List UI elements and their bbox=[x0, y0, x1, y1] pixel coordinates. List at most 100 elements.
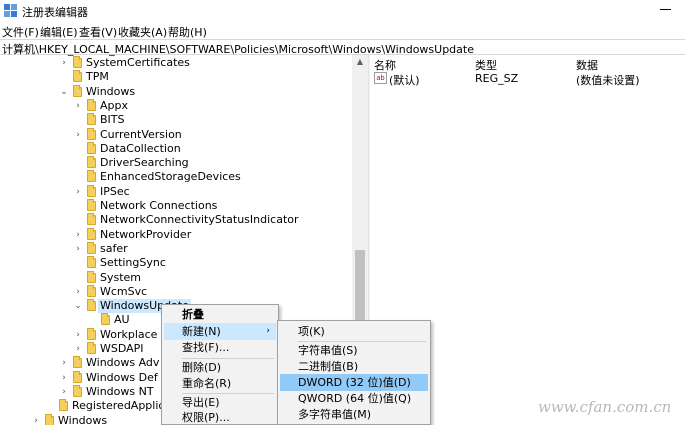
folder-icon bbox=[87, 141, 96, 154]
tree-node-label: Network Connections bbox=[100, 199, 218, 212]
collapsed-chevron-icon bbox=[73, 157, 83, 169]
collapsed-chevron-icon[interactable]: › bbox=[73, 286, 83, 298]
menu-bar: 文件(F) 编辑(E) 查看(V) 收藏夹(A) 帮助(H) bbox=[0, 22, 685, 39]
tree-node-label: RegisteredApplicat bbox=[72, 399, 176, 413]
regedit-icon bbox=[4, 4, 17, 17]
collapsed-chevron-icon[interactable]: › bbox=[73, 329, 83, 341]
watermark: www.cfan.com.cn bbox=[538, 398, 672, 416]
column-header-data[interactable]: 数据 bbox=[576, 57, 598, 73]
folder-icon bbox=[87, 227, 96, 240]
folder-icon bbox=[87, 241, 96, 254]
folder-icon bbox=[101, 313, 110, 326]
collapsed-chevron-icon[interactable]: › bbox=[73, 343, 83, 355]
collapsed-chevron-icon bbox=[87, 314, 97, 326]
value-name[interactable]: (默认) bbox=[389, 72, 420, 88]
tree-node-label: DataCollection bbox=[100, 141, 181, 155]
address-bar[interactable]: 计算机\HKEY_LOCAL_MACHINE\SOFTWARE\Policies… bbox=[0, 39, 685, 56]
collapsed-chevron-icon[interactable]: › bbox=[73, 100, 83, 112]
collapsed-chevron-icon[interactable]: › bbox=[59, 372, 69, 384]
menu-item-delete[interactable]: 删除(D) bbox=[164, 359, 276, 376]
tree-node-label: WcmSvc bbox=[100, 284, 148, 298]
tree-node[interactable]: TPM bbox=[0, 70, 352, 84]
tree-node[interactable]: DriverSearching bbox=[0, 156, 352, 170]
value-data[interactable]: (数值未设置) bbox=[576, 72, 640, 88]
minimize-button[interactable] bbox=[660, 9, 671, 10]
submenu-item-string[interactable]: 字符串值(S) bbox=[280, 342, 428, 359]
submenu-item-binary[interactable]: 二进制值(B) bbox=[280, 358, 428, 375]
collapsed-chevron-icon[interactable]: › bbox=[73, 129, 83, 141]
collapsed-chevron-icon bbox=[73, 214, 83, 226]
collapsed-chevron-icon bbox=[73, 114, 83, 126]
folder-icon bbox=[73, 356, 82, 369]
menu-item-rename[interactable]: 重命名(R) bbox=[164, 375, 276, 392]
tree-node[interactable]: › WcmSvc bbox=[0, 284, 352, 299]
tree-node-label: SettingSync bbox=[100, 256, 166, 270]
menu-item-collapse[interactable]: 折叠 bbox=[164, 306, 276, 323]
tree-node[interactable]: Network Connections bbox=[0, 199, 352, 213]
tree-node-label: NetworkProvider bbox=[100, 227, 192, 241]
folder-icon bbox=[87, 284, 96, 297]
folder-icon bbox=[87, 170, 96, 183]
submenu-item-multistring[interactable]: 多字符串值(M) bbox=[280, 406, 428, 423]
tree-node-label: Windows Def bbox=[86, 370, 158, 384]
tree-node-label: CurrentVersion bbox=[100, 127, 182, 141]
tree-node-label: IPSec bbox=[100, 184, 130, 198]
folder-icon bbox=[73, 70, 82, 83]
tree-node-label: Windows Adv bbox=[86, 356, 160, 370]
collapsed-chevron-icon bbox=[73, 143, 83, 155]
value-type[interactable]: REG_SZ bbox=[475, 72, 518, 85]
collapsed-chevron-icon[interactable]: › bbox=[73, 229, 83, 241]
tree-node-label: TPM bbox=[86, 70, 109, 84]
submenu-item-dword[interactable]: DWORD (32 位)值(D) bbox=[280, 374, 428, 391]
expanded-chevron-icon[interactable]: ⌄ bbox=[73, 300, 83, 312]
tree-node[interactable]: SettingSync bbox=[0, 256, 352, 270]
menu-help[interactable]: 帮助(H) bbox=[168, 24, 207, 40]
tree-node[interactable]: › safer bbox=[0, 241, 352, 256]
new-submenu: 项(K) 字符串值(S) 二进制值(B) DWORD (32 位)值(D) QW… bbox=[277, 320, 431, 425]
menu-item-find[interactable]: 查找(F)... bbox=[164, 339, 276, 356]
tree-node-label: SystemCertificates bbox=[86, 56, 190, 69]
menu-favorites[interactable]: 收藏夹(A) bbox=[118, 24, 167, 40]
tree-node[interactable]: NetworkConnectivityStatusIndicator bbox=[0, 213, 352, 227]
tree-node[interactable]: ⌄ Windows bbox=[0, 84, 352, 99]
collapsed-chevron-icon[interactable]: › bbox=[59, 386, 69, 398]
tree-node[interactable]: › NetworkProvider bbox=[0, 227, 352, 242]
tree-node[interactable]: › IPSec bbox=[0, 184, 352, 199]
collapsed-chevron-icon[interactable]: › bbox=[31, 415, 41, 425]
tree-node[interactable]: › CurrentVersion bbox=[0, 127, 352, 142]
submenu-item-key[interactable]: 项(K) bbox=[280, 323, 428, 340]
tree-node-label: NetworkConnectivityStatusIndicator bbox=[100, 213, 299, 227]
collapsed-chevron-icon[interactable]: › bbox=[73, 243, 83, 255]
menu-item-new-label: 新建(N) bbox=[182, 325, 221, 338]
tree-node[interactable]: DataCollection bbox=[0, 141, 352, 156]
folder-icon bbox=[73, 56, 82, 68]
collapsed-chevron-icon[interactable]: › bbox=[73, 186, 83, 198]
expanded-chevron-icon[interactable]: ⌄ bbox=[59, 86, 69, 98]
menu-edit[interactable]: 编辑(E) bbox=[40, 24, 78, 40]
window-title: 注册表编辑器 bbox=[22, 6, 88, 19]
submenu-item-qword[interactable]: QWORD (64 位)值(Q) bbox=[280, 390, 428, 407]
tree-node-label: Workplace bbox=[100, 327, 158, 341]
tree-node[interactable]: System bbox=[0, 270, 352, 285]
folder-icon bbox=[87, 327, 96, 340]
folder-icon bbox=[87, 299, 96, 312]
folder-icon bbox=[87, 199, 96, 211]
collapsed-chevron-icon[interactable]: › bbox=[59, 357, 69, 369]
column-header-name[interactable]: 名称 bbox=[374, 57, 396, 73]
menu-item-permissions[interactable]: 权限(P)... bbox=[164, 409, 276, 425]
ab-string-icon: ab bbox=[374, 72, 387, 84]
scroll-up-icon[interactable]: ▲ bbox=[352, 55, 368, 69]
tree-node-label: BITS bbox=[100, 113, 125, 127]
column-header-type[interactable]: 类型 bbox=[475, 57, 497, 73]
tree-node[interactable]: › SystemCertificates bbox=[0, 56, 352, 70]
tree-node[interactable]: › Appx bbox=[0, 98, 352, 113]
folder-icon bbox=[73, 370, 82, 383]
collapsed-chevron-icon[interactable]: › bbox=[59, 57, 69, 69]
menu-item-new[interactable]: 新建(N) › bbox=[164, 323, 276, 340]
menu-file[interactable]: 文件(F) bbox=[2, 24, 39, 40]
tree-node[interactable]: BITS bbox=[0, 113, 352, 127]
tree-node-label: safer bbox=[100, 241, 128, 255]
tree-node[interactable]: EnhancedStorageDevices bbox=[0, 170, 352, 184]
folder-icon bbox=[87, 342, 96, 354]
menu-view[interactable]: 查看(V) bbox=[79, 24, 117, 40]
